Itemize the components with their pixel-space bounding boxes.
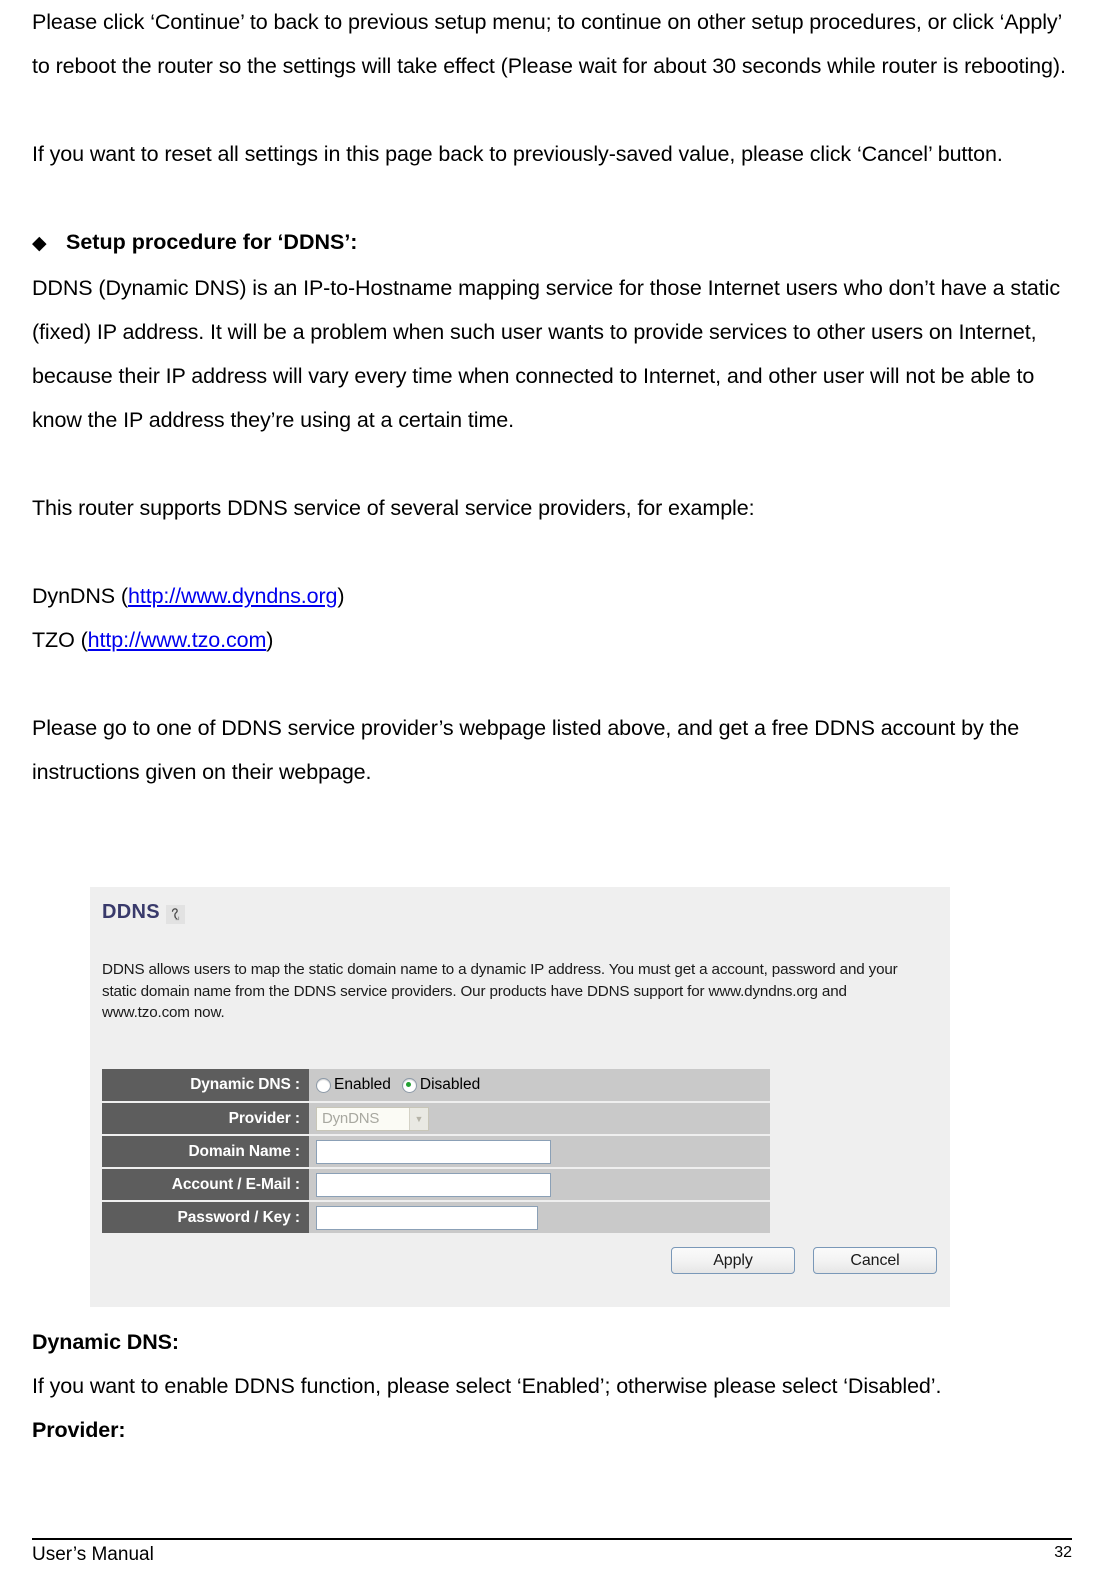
panel-title-label: DDNS (102, 901, 160, 923)
link-dyndns[interactable]: http://www.dyndns.org (128, 584, 338, 608)
radio-label-disabled: Disabled (419, 1076, 481, 1093)
domain-name-input[interactable] (316, 1139, 551, 1164)
paragraph-dynamic-dns-desc: If you want to enable DDNS function, ple… (32, 1374, 942, 1398)
link-tzo[interactable]: http://www.tzo.com (88, 628, 267, 652)
table-row: Provider : DynDNS ▼ (102, 1102, 770, 1136)
footer-manual-label: User’s Manual (32, 1544, 154, 1565)
radio-circle-enabled[interactable] (316, 1077, 331, 1093)
page-content: Please click ‘Continue’ to back to previ… (32, 0, 1068, 794)
provider-name: TZO (32, 628, 75, 652)
paren-open: ( (74, 628, 88, 652)
table-row: Password / Key : (102, 1201, 770, 1235)
table-row: Account / E-Mail : (102, 1168, 770, 1202)
provider-select-value: DynDNS (322, 1110, 380, 1127)
value-dynamic-dns: Enabled Disabled (309, 1069, 770, 1103)
chevron-down-icon: ▼ (409, 1107, 428, 1130)
panel-description: DDNS allows users to map the static doma… (102, 961, 898, 1021)
dynamic-dns-radio-group: Enabled Disabled (316, 1076, 770, 1094)
ddns-form-table: Dynamic DNS : Enabled Disabled Provider … (102, 1069, 770, 1235)
value-domain-name (309, 1135, 770, 1169)
account-email-input[interactable] (316, 1172, 551, 1197)
paragraph-cancel: If you want to reset all settings in thi… (32, 142, 1003, 166)
paren-close: ) (337, 584, 345, 608)
panel-title: DDNS (102, 901, 185, 924)
provider-name: DynDNS (32, 584, 116, 608)
table-row: Domain Name : (102, 1135, 770, 1169)
label-password-key: Password / Key : (102, 1201, 309, 1235)
value-password-key (309, 1201, 770, 1235)
heading-dynamic-dns: Dynamic DNS: (32, 1330, 179, 1354)
cancel-button[interactable]: Cancel (813, 1247, 937, 1274)
paragraph-signup: Please go to one of DDNS service provide… (32, 716, 1020, 784)
paragraph-ddns-intro: DDNS (Dynamic DNS) is an IP-to-Hostname … (32, 276, 1060, 432)
provider-select[interactable]: DynDNS ▼ (316, 1106, 429, 1131)
label-provider: Provider : (102, 1102, 309, 1136)
radio-label-enabled: Enabled (334, 1076, 391, 1093)
footer-page-number: 32 (1054, 1544, 1072, 1561)
panel-button-row: Apply Cancel (671, 1247, 937, 1274)
page-footer: User’s Manual 32 (32, 1538, 1072, 1568)
radio-circle-disabled[interactable] (401, 1077, 417, 1093)
provider-line-dyndns: DynDNS (http://www.dyndns.org) (32, 574, 1068, 618)
value-account-email (309, 1168, 770, 1202)
manual-page: Please click ‘Continue’ to back to previ… (0, 0, 1100, 1578)
label-account-email: Account / E-Mail : (102, 1168, 309, 1202)
label-domain-name: Domain Name : (102, 1135, 309, 1169)
diamond-bullet-icon: ◆ (32, 233, 47, 254)
help-question-icon[interactable] (165, 905, 185, 924)
label-dynamic-dns: Dynamic DNS : (102, 1069, 309, 1103)
radio-option-enabled[interactable]: Enabled (316, 1076, 391, 1094)
paren-close: ) (266, 628, 274, 652)
password-key-input[interactable] (316, 1205, 538, 1230)
radio-option-disabled[interactable]: Disabled (401, 1076, 481, 1094)
paragraph-continue-apply: Please click ‘Continue’ to back to previ… (32, 10, 1066, 78)
post-panel-content: Dynamic DNS: If you want to enable DDNS … (32, 1320, 1068, 1452)
ddns-settings-panel: DDNS DDNS allows users to map the static… (90, 887, 950, 1307)
paragraph-providers-intro: This router supports DDNS service of sev… (32, 496, 755, 520)
apply-button[interactable]: Apply (671, 1247, 795, 1274)
heading-provider: Provider: (32, 1418, 126, 1442)
provider-line-tzo: TZO (http://www.tzo.com) (32, 618, 1068, 662)
table-row: Dynamic DNS : Enabled Disabled (102, 1069, 770, 1103)
section-heading-label: Setup procedure for ‘DDNS’: (66, 230, 358, 254)
value-provider: DynDNS ▼ (309, 1102, 770, 1136)
section-heading: ◆ Setup procedure for ‘DDNS’: (32, 220, 1068, 266)
paren-open: ( (115, 584, 128, 608)
